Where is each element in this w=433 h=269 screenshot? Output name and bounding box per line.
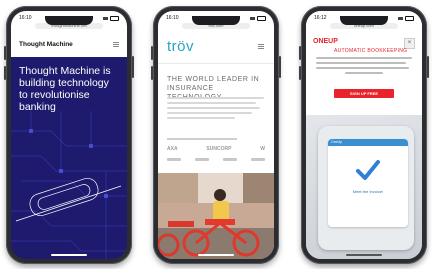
partner-logo	[167, 158, 181, 161]
signal-icon	[398, 16, 403, 20]
volume-button	[299, 66, 301, 80]
heading-line: THE WORLD LEADER IN	[167, 76, 260, 83]
status-bar: 16:12	[314, 14, 414, 22]
partners-link[interactable]	[167, 138, 237, 140]
trov-logo[interactable]: tröv	[167, 38, 194, 55]
home-indicator[interactable]	[346, 254, 382, 256]
hero-line: building technology	[19, 77, 109, 89]
signal-icon	[103, 16, 108, 20]
status-time: 16:10	[166, 15, 179, 21]
signup-button[interactable]: SIGN UP FREE	[334, 89, 394, 98]
text-line	[167, 117, 235, 119]
oneup-logo[interactable]: ONEUP	[313, 38, 338, 45]
power-button	[427, 56, 429, 78]
partner-logo	[251, 158, 265, 161]
site-header: Thought Machine	[19, 41, 119, 48]
volume-button	[151, 66, 153, 80]
intro-paragraph	[316, 57, 412, 77]
partner-logos: AXA SUNCORP W	[167, 146, 265, 152]
text-line	[316, 62, 407, 64]
status-time: 16:10	[19, 15, 32, 21]
text-line	[316, 57, 412, 59]
phone-thought-machine: 16:10 thoughtmachine.net Thought Machine…	[4, 6, 134, 264]
tablet-title: OneUp	[331, 140, 343, 144]
volume-button	[299, 46, 301, 60]
battery-icon	[405, 15, 414, 21]
hero-line: to revolutionise	[19, 89, 90, 101]
status-bar: 16:10	[19, 14, 119, 22]
text-line	[167, 102, 257, 104]
volume-button	[4, 46, 6, 60]
hero-photo	[158, 173, 274, 259]
brand-name[interactable]: Thought Machine	[19, 41, 73, 48]
bikes-photo	[158, 173, 274, 259]
volume-button	[4, 66, 6, 80]
intro-paragraph	[167, 97, 264, 122]
partner-logo	[223, 158, 237, 161]
tagline: AUTOMATIC BOOKKEEPING	[334, 48, 408, 54]
partner-logo: AXA	[167, 146, 178, 152]
hero-heading: Thought Machine is building technology t…	[19, 65, 121, 113]
power-button	[279, 56, 281, 78]
volume-button	[151, 46, 153, 60]
circuit-illustration	[11, 111, 127, 259]
text-line	[316, 67, 410, 69]
text-line	[167, 112, 253, 114]
partner-logos-secondary	[167, 158, 265, 161]
screen: 16:10 thoughtmachine.net Thought Machine…	[11, 11, 127, 259]
text-line	[167, 107, 261, 109]
phone-trov: 16:10 trov.com tröv THE WORLD LEADER IN …	[151, 6, 281, 264]
home-indicator[interactable]	[198, 254, 234, 256]
divider	[158, 63, 274, 64]
tablet-topbar: OneUp	[328, 139, 408, 146]
phone-oneup: 16:12 oneup.com ONEUP × AUTOMATIC BOOKKE…	[299, 6, 429, 264]
text-line	[167, 97, 264, 99]
approved-text: Meet the Invoice!	[352, 189, 384, 194]
status-bar: 16:10	[166, 14, 266, 22]
partner-logo	[195, 158, 209, 161]
home-indicator[interactable]	[51, 254, 87, 256]
screen: 16:12 oneup.com ONEUP × AUTOMATIC BOOKKE…	[306, 11, 422, 259]
battery-icon	[110, 15, 119, 21]
tablet-screen: OneUp Meet the Invoice!	[328, 139, 408, 227]
hero-line: Thought Machine is	[19, 65, 111, 77]
partner-logo: SUNCORP	[206, 146, 232, 152]
battery-icon	[257, 15, 266, 21]
power-button	[132, 56, 134, 78]
signal-icon	[250, 16, 255, 20]
partner-logo: W	[260, 146, 265, 152]
screen: 16:10 trov.com tröv THE WORLD LEADER IN …	[158, 11, 274, 259]
menu-icon[interactable]	[258, 44, 264, 49]
menu-icon[interactable]	[113, 42, 119, 47]
status-time: 16:12	[314, 15, 327, 21]
text-line	[344, 72, 384, 74]
checkmark-icon	[356, 160, 380, 180]
